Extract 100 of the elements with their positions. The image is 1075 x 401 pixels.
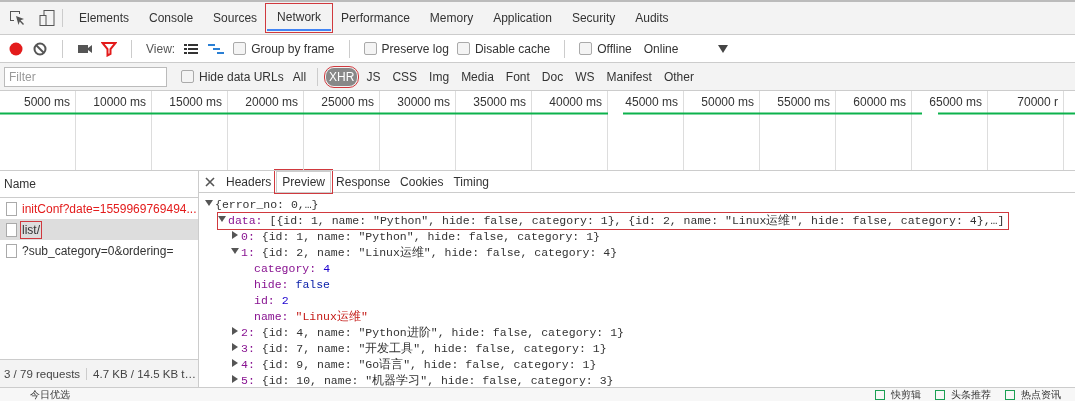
- detail-tab[interactable]: Cookies: [395, 171, 449, 192]
- property-value: "Linux运维": [295, 309, 368, 325]
- detail-tab[interactable]: Headers: [221, 171, 277, 192]
- tree-row[interactable]: 2: {id: 4, name: "Python进阶", hide: false, category: 1}: [231, 325, 1075, 341]
- type-filter-button[interactable]: Img: [426, 67, 453, 86]
- caret-icon[interactable]: [718, 44, 729, 53]
- checkbox-label: Hide data URLs: [199, 69, 284, 84]
- record-icon[interactable]: [8, 40, 24, 57]
- panel-tab[interactable]: Console: [139, 5, 204, 31]
- collapsed-triangle-icon[interactable]: [231, 359, 239, 367]
- expanded-triangle-icon[interactable]: [205, 199, 213, 207]
- property-key: 3:: [241, 341, 255, 357]
- tree-row[interactable]: 0: {id: 1, name: "Python", hide: false, category: 1}: [231, 229, 1075, 245]
- tree-row[interactable]: data: [{id: 1, name: "Python", hide: false, category: 1}, {id: 2, name: "Linux运维", hide: false, category: 4},…]: [218, 213, 1009, 229]
- collapsed-triangle-icon[interactable]: [231, 327, 239, 335]
- tree-row[interactable]: 5: {id: 10, name: "机器学习", hide: false, category: 3}: [231, 373, 1075, 389]
- panel-tab[interactable]: Memory: [419, 5, 484, 31]
- column-header[interactable]: Name: [4, 177, 36, 191]
- tree-row[interactable]: {error_no: 0,…}: [205, 197, 1075, 213]
- time-tick-label: 25000 ms: [321, 95, 374, 109]
- request-name: list/: [22, 222, 40, 237]
- property-key: 5:: [241, 373, 255, 389]
- app-icon[interactable]: [935, 389, 945, 400]
- request-row[interactable]: ?sub_category=0&ordering=: [0, 240, 198, 261]
- type-filter-button[interactable]: JS: [363, 67, 384, 86]
- checkbox[interactable]: [181, 70, 194, 83]
- time-tick-label: 50000 ms: [701, 95, 754, 109]
- taskbar-item[interactable]: 热点资讯: [1021, 388, 1061, 401]
- property-key: category:: [254, 261, 317, 277]
- type-filter-button[interactable]: Manifest: [603, 67, 655, 86]
- panel-tab[interactable]: Elements: [69, 5, 140, 31]
- checkbox[interactable]: [363, 42, 377, 55]
- panel-tab[interactable]: Audits: [625, 5, 679, 31]
- object-summary: [{id: 1, name: "Python", hide: false, category: 1}, {id: 2, name: "Linux运维", hide: false, category: 4},…]: [269, 213, 1005, 229]
- panel-tab[interactable]: Application: [483, 5, 562, 31]
- close-icon[interactable]: [205, 176, 215, 187]
- object-summary: {error_no: 0,…}: [215, 197, 319, 213]
- time-tick-label: 5000 ms: [23, 95, 70, 109]
- panel-tab[interactable]: Sources: [203, 5, 268, 31]
- taskbar-item[interactable]: 头条推荐: [951, 388, 991, 401]
- property-key: 1:: [241, 245, 255, 261]
- checkbox[interactable]: [233, 42, 247, 55]
- time-tick-label: 55000 ms: [777, 95, 830, 109]
- property-value: false: [295, 277, 331, 293]
- app-icon[interactable]: [1005, 389, 1015, 400]
- request-count: 3 / 79 requests: [4, 367, 81, 380]
- collapsed-triangle-icon[interactable]: [231, 375, 239, 383]
- property-key: data:: [228, 213, 263, 229]
- type-filter-button[interactable]: All: [289, 67, 310, 86]
- filter-icon[interactable]: [101, 40, 117, 57]
- expanded-triangle-icon[interactable]: [231, 247, 239, 255]
- type-filter-button[interactable]: XHR: [326, 67, 358, 86]
- object-summary: {id: 7, name: "开发工具", hide: false, category: 1}: [261, 341, 607, 357]
- throttling-dropdown[interactable]: Online: [643, 41, 729, 56]
- tree-row[interactable]: 1: {id: 2, name: "Linux运维", hide: false, category: 4}: [231, 245, 1075, 261]
- device-icon[interactable]: [38, 9, 56, 27]
- tree-row[interactable]: 4: {id: 9, name: "Go语言", hide: false, category: 1}: [231, 357, 1075, 373]
- taskbar-item[interactable]: 快剪辑: [891, 388, 921, 401]
- time-tick-label: 35000 ms: [473, 95, 526, 109]
- type-filter-button[interactable]: WS: [572, 67, 598, 86]
- checkbox[interactable]: [579, 42, 593, 55]
- file-icon: [6, 222, 17, 237]
- clear-icon[interactable]: [32, 40, 48, 57]
- type-filter-button[interactable]: Media: [458, 67, 497, 86]
- request-name: initConf?date=1559969769494...: [22, 201, 197, 216]
- time-tick-label: 40000 ms: [549, 95, 602, 109]
- detail-tab[interactable]: Preview: [276, 171, 332, 192]
- request-row[interactable]: initConf?date=1559969769494...: [0, 198, 198, 219]
- time-tick-label: 20000 ms: [245, 95, 298, 109]
- checkbox-label: Group by frame: [251, 41, 335, 56]
- property-key: hide:: [254, 277, 289, 293]
- collapsed-triangle-icon[interactable]: [231, 231, 239, 239]
- property-key: name:: [254, 309, 289, 325]
- view-label: View:: [146, 41, 176, 56]
- file-icon: [6, 243, 17, 258]
- panel-tab[interactable]: Security: [561, 5, 626, 31]
- checkbox[interactable]: [456, 42, 470, 55]
- checkbox-label: Offline: [597, 41, 632, 56]
- type-filter-button[interactable]: Doc: [538, 67, 567, 86]
- tree-row[interactable]: 3: {id: 7, name: "开发工具", hide: false, category: 1}: [231, 341, 1075, 357]
- detail-tab[interactable]: Response: [331, 171, 396, 192]
- collapsed-triangle-icon[interactable]: [231, 343, 239, 351]
- time-tick-label: 45000 ms: [625, 95, 678, 109]
- type-filter-button[interactable]: Other: [660, 67, 697, 86]
- type-filter-button[interactable]: Font: [502, 67, 533, 86]
- request-row[interactable]: list/: [0, 219, 198, 240]
- type-filter-button[interactable]: CSS: [389, 67, 421, 86]
- file-icon: [6, 201, 17, 216]
- object-summary: {id: 10, name: "机器学习", hide: false, category: 3}: [261, 373, 614, 389]
- detail-tab[interactable]: Timing: [448, 171, 494, 192]
- object-summary: {id: 1, name: "Python", hide: false, category: 1}: [261, 229, 600, 245]
- filter-field[interactable]: Filter: [4, 66, 167, 87]
- property-key: 4:: [241, 357, 255, 373]
- time-tick-label: 60000 ms: [853, 95, 906, 109]
- panel-tab[interactable]: Network: [267, 5, 332, 31]
- inspect-icon[interactable]: [8, 9, 26, 27]
- panel-tab[interactable]: Performance: [331, 5, 420, 31]
- app-icon[interactable]: [875, 389, 885, 400]
- time-tick-label: 10000 ms: [93, 95, 146, 109]
- expanded-triangle-icon[interactable]: [218, 215, 226, 223]
